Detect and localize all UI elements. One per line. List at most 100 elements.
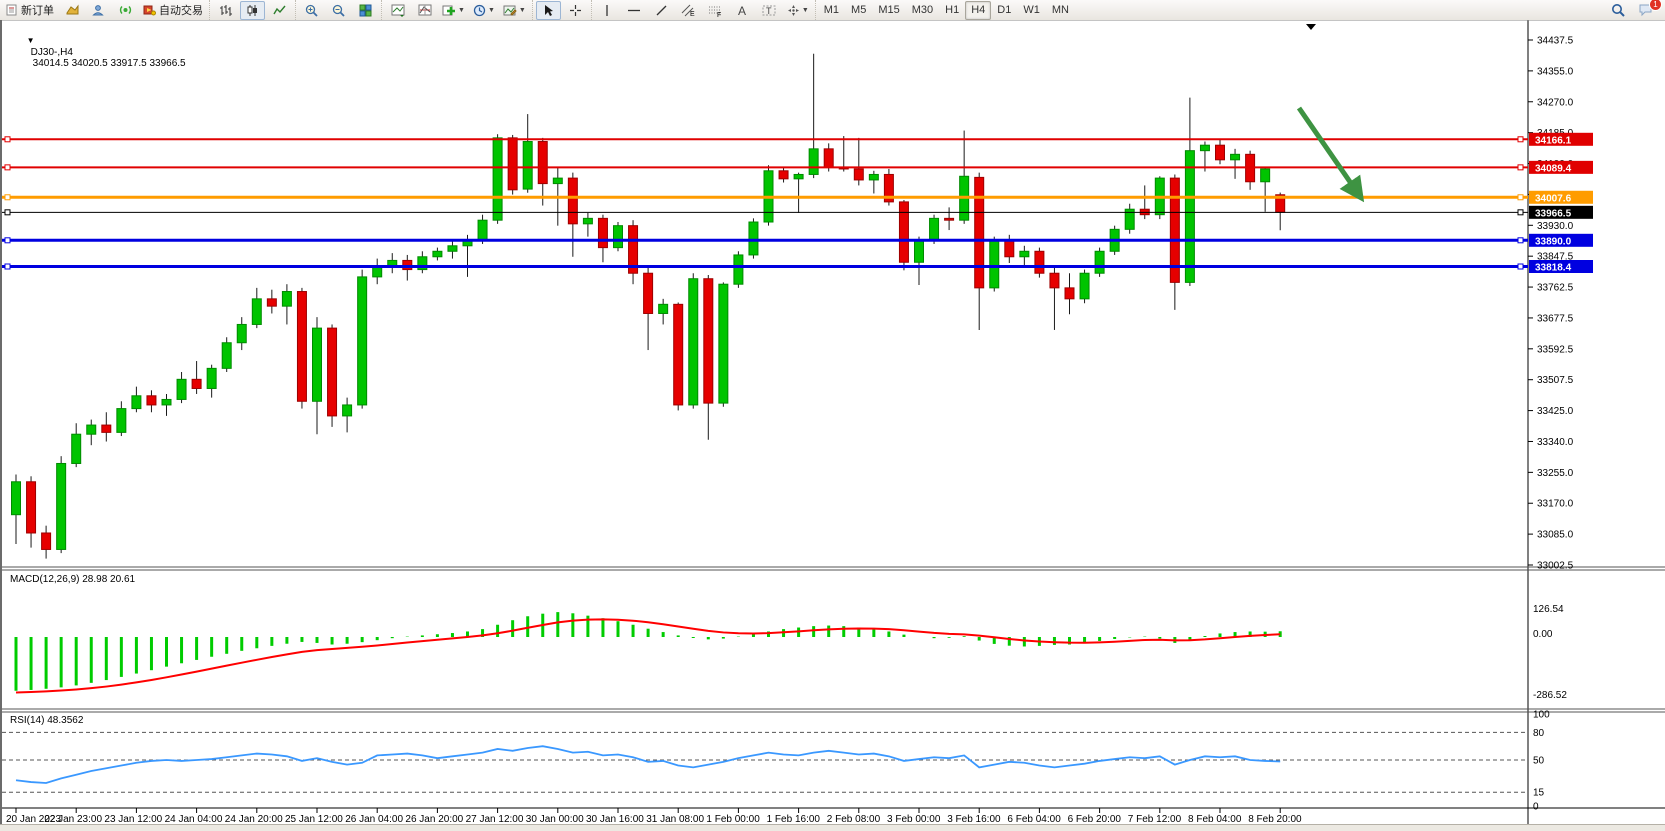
candle-body bbox=[644, 273, 653, 313]
price-tag-label: 34089.4 bbox=[1535, 163, 1572, 174]
line-chart-button[interactable] bbox=[267, 1, 292, 20]
candle-body bbox=[990, 240, 999, 288]
line-right-handle[interactable] bbox=[1518, 238, 1523, 243]
chart-canvas[interactable]: 34437.534355.034270.034185.034100.034015… bbox=[2, 20, 1665, 824]
candle-body bbox=[809, 149, 818, 175]
tile-windows-button[interactable] bbox=[353, 1, 378, 20]
channel-icon: E bbox=[681, 4, 695, 17]
notifications-button[interactable]: 1 bbox=[1633, 1, 1658, 20]
chart-symbol-period: DJ30-,H4 bbox=[31, 47, 73, 58]
auto-trading-label: 自动交易 bbox=[159, 2, 203, 18]
timeframe-D1[interactable]: D1 bbox=[991, 1, 1017, 20]
text-button[interactable]: A bbox=[730, 1, 755, 20]
candle-body bbox=[704, 279, 713, 403]
candle-body bbox=[117, 409, 126, 433]
market-watch-button[interactable] bbox=[59, 1, 84, 20]
arrows-button[interactable]: ▼ bbox=[784, 1, 812, 20]
template-button[interactable]: ▼ bbox=[500, 1, 529, 20]
period-button[interactable]: ▼ bbox=[470, 1, 498, 20]
candle-body bbox=[1216, 145, 1225, 160]
timeframe-M1[interactable]: M1 bbox=[818, 1, 845, 20]
label-button[interactable]: T bbox=[757, 1, 782, 20]
chart-header: ▼ DJ30-,H4 34014.5 34020.5 33917.5 33966… bbox=[10, 25, 186, 80]
time-tick-label: 25 Jan 12:00 bbox=[285, 814, 343, 824]
candle-body bbox=[177, 379, 186, 399]
channel-button[interactable]: E bbox=[676, 1, 701, 20]
timeframe-MN[interactable]: MN bbox=[1046, 1, 1075, 20]
candle-body bbox=[313, 328, 322, 401]
timeframe-W1[interactable]: W1 bbox=[1017, 1, 1046, 20]
profile-icon bbox=[92, 4, 105, 16]
bar-chart-button[interactable] bbox=[213, 1, 238, 20]
time-tick-label: 26 Jan 04:00 bbox=[345, 814, 403, 824]
zoom-out-button[interactable] bbox=[326, 1, 351, 20]
label-icon: T bbox=[762, 4, 776, 17]
line-left-handle[interactable] bbox=[5, 210, 10, 215]
candle-body bbox=[343, 405, 352, 416]
zoom-in-button[interactable] bbox=[299, 1, 324, 20]
line-right-handle[interactable] bbox=[1518, 210, 1523, 215]
add-indicator-button[interactable]: ▼ bbox=[439, 1, 468, 20]
candle-body bbox=[132, 396, 141, 409]
timeframe-M15[interactable]: M15 bbox=[872, 1, 905, 20]
timeframe-M30[interactable]: M30 bbox=[906, 1, 939, 20]
profile-button[interactable] bbox=[86, 1, 111, 20]
price-tag-label: 34166.1 bbox=[1535, 135, 1572, 146]
candle-body bbox=[523, 142, 532, 190]
rsi-axis-label: 100 bbox=[1533, 710, 1550, 721]
candle-body bbox=[72, 434, 81, 463]
rsi-axis-label: 0 bbox=[1533, 802, 1539, 813]
price-tick-label: 33592.5 bbox=[1537, 344, 1574, 355]
candle-body bbox=[1095, 251, 1104, 273]
candle-body bbox=[508, 138, 517, 190]
candle-body bbox=[1020, 251, 1029, 256]
line-right-handle[interactable] bbox=[1518, 137, 1523, 142]
price-tag-label: 33890.0 bbox=[1535, 236, 1572, 247]
line-right-handle[interactable] bbox=[1518, 264, 1523, 269]
line-left-handle[interactable] bbox=[5, 195, 10, 200]
line-left-handle[interactable] bbox=[5, 165, 10, 170]
rsi-axis-label: 80 bbox=[1533, 728, 1545, 739]
trendline-icon bbox=[655, 4, 668, 17]
candle-body bbox=[915, 240, 924, 262]
candle-body bbox=[328, 328, 337, 416]
indicator-list-button[interactable] bbox=[412, 1, 437, 20]
line-left-handle[interactable] bbox=[5, 264, 10, 269]
candle-body bbox=[42, 533, 51, 549]
new-order-button[interactable]: 新订单 bbox=[3, 1, 57, 20]
horizontal-line-button[interactable] bbox=[622, 1, 647, 20]
candlestick-chart-button[interactable] bbox=[240, 1, 265, 20]
fibonacci-button[interactable]: F bbox=[703, 1, 728, 20]
crosshair-button[interactable] bbox=[563, 1, 588, 20]
line-right-handle[interactable] bbox=[1518, 195, 1523, 200]
candle-body bbox=[854, 169, 863, 180]
mt4-window: 新订单 自动交易 ▼ ▼ ▼ bbox=[0, 0, 1665, 831]
vertical-line-button[interactable] bbox=[595, 1, 620, 20]
rsi-axis-label: 50 bbox=[1533, 756, 1545, 767]
price-tag-label: 34007.6 bbox=[1535, 193, 1572, 204]
candle-body bbox=[207, 368, 216, 388]
timeframe-H1[interactable]: H1 bbox=[939, 1, 965, 20]
indicator-window-button[interactable] bbox=[385, 1, 410, 20]
line-right-handle[interactable] bbox=[1518, 165, 1523, 170]
chart-window: 34437.534355.034270.034185.034100.034015… bbox=[0, 20, 1665, 824]
signal-button[interactable] bbox=[113, 1, 138, 20]
search-button[interactable] bbox=[1606, 1, 1631, 20]
chart-background bbox=[2, 20, 1665, 824]
collapse-triangle-icon[interactable]: ▼ bbox=[27, 36, 35, 45]
candle-body bbox=[162, 399, 171, 404]
time-tick-label: 3 Feb 00:00 bbox=[887, 814, 941, 824]
time-tick-label: 2 Feb 08:00 bbox=[827, 814, 881, 824]
auto-trading-button[interactable]: 自动交易 bbox=[140, 1, 206, 20]
cursor-button[interactable] bbox=[536, 1, 561, 20]
line-left-handle[interactable] bbox=[5, 238, 10, 243]
price-tick-label: 33930.0 bbox=[1537, 221, 1574, 232]
arrows-icon bbox=[787, 4, 800, 17]
line-left-handle[interactable] bbox=[5, 137, 10, 142]
timeframe-M5[interactable]: M5 bbox=[845, 1, 872, 20]
price-tag-label: 33818.4 bbox=[1535, 263, 1572, 274]
new-order-label: 新订单 bbox=[21, 2, 54, 18]
timeframe-H4[interactable]: H4 bbox=[965, 1, 991, 20]
line-chart-icon bbox=[273, 4, 286, 17]
trendline-button[interactable] bbox=[649, 1, 674, 20]
